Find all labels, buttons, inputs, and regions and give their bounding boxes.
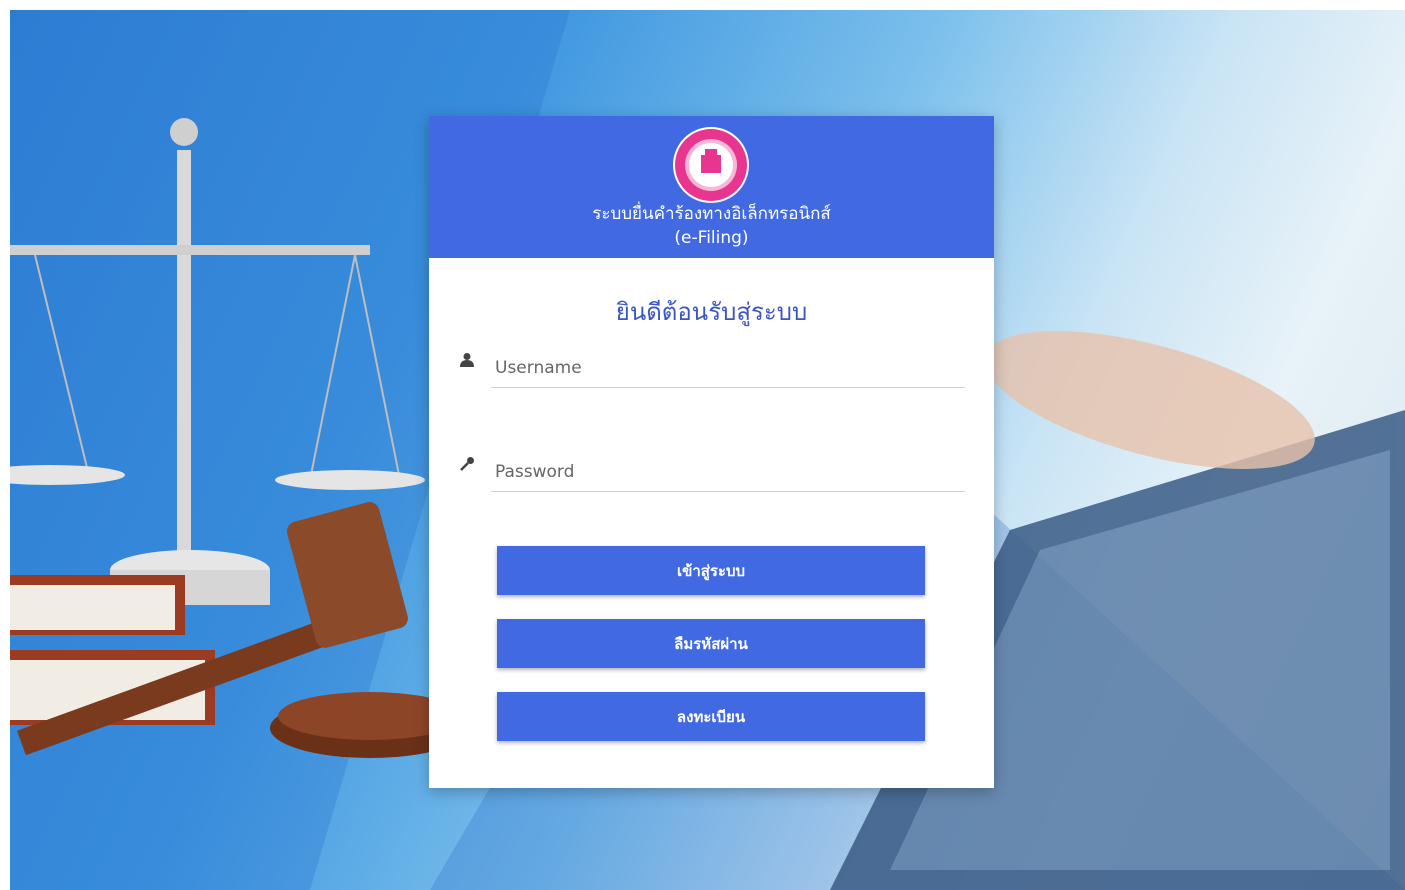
password-input[interactable] [491, 452, 965, 492]
username-input[interactable] [491, 348, 965, 388]
key-icon [460, 457, 474, 471]
forgot-password-button[interactable]: ลืมรหัสผ่าน [497, 619, 925, 668]
system-title: ระบบยื่นคำร้องทางอิเล็กทรอนิกส์ (e-Filin… [429, 202, 994, 250]
welcome-heading: ยินดีต้อนรับสู่ระบบ [615, 298, 808, 326]
system-title-line2: (e-Filing) [674, 228, 749, 248]
card-header: ระบบยื่นคำร้องทางอิเล็กทรอนิกส์ (e-Filin… [429, 116, 994, 258]
user-icon [460, 353, 474, 367]
login-card: ระบบยื่นคำร้องทางอิเล็กทรอนิกส์ (e-Filin… [429, 116, 994, 788]
login-button[interactable]: เข้าสู่ระบบ [497, 546, 925, 595]
system-title-line1: ระบบยื่นคำร้องทางอิเล็กทรอนิกส์ [592, 204, 831, 224]
ministry-seal-icon [673, 127, 749, 203]
login-page-background: ระบบยื่นคำร้องทางอิเล็กทรอนิกส์ (e-Filin… [10, 10, 1405, 890]
register-button[interactable]: ลงทะเบียน [497, 692, 925, 741]
